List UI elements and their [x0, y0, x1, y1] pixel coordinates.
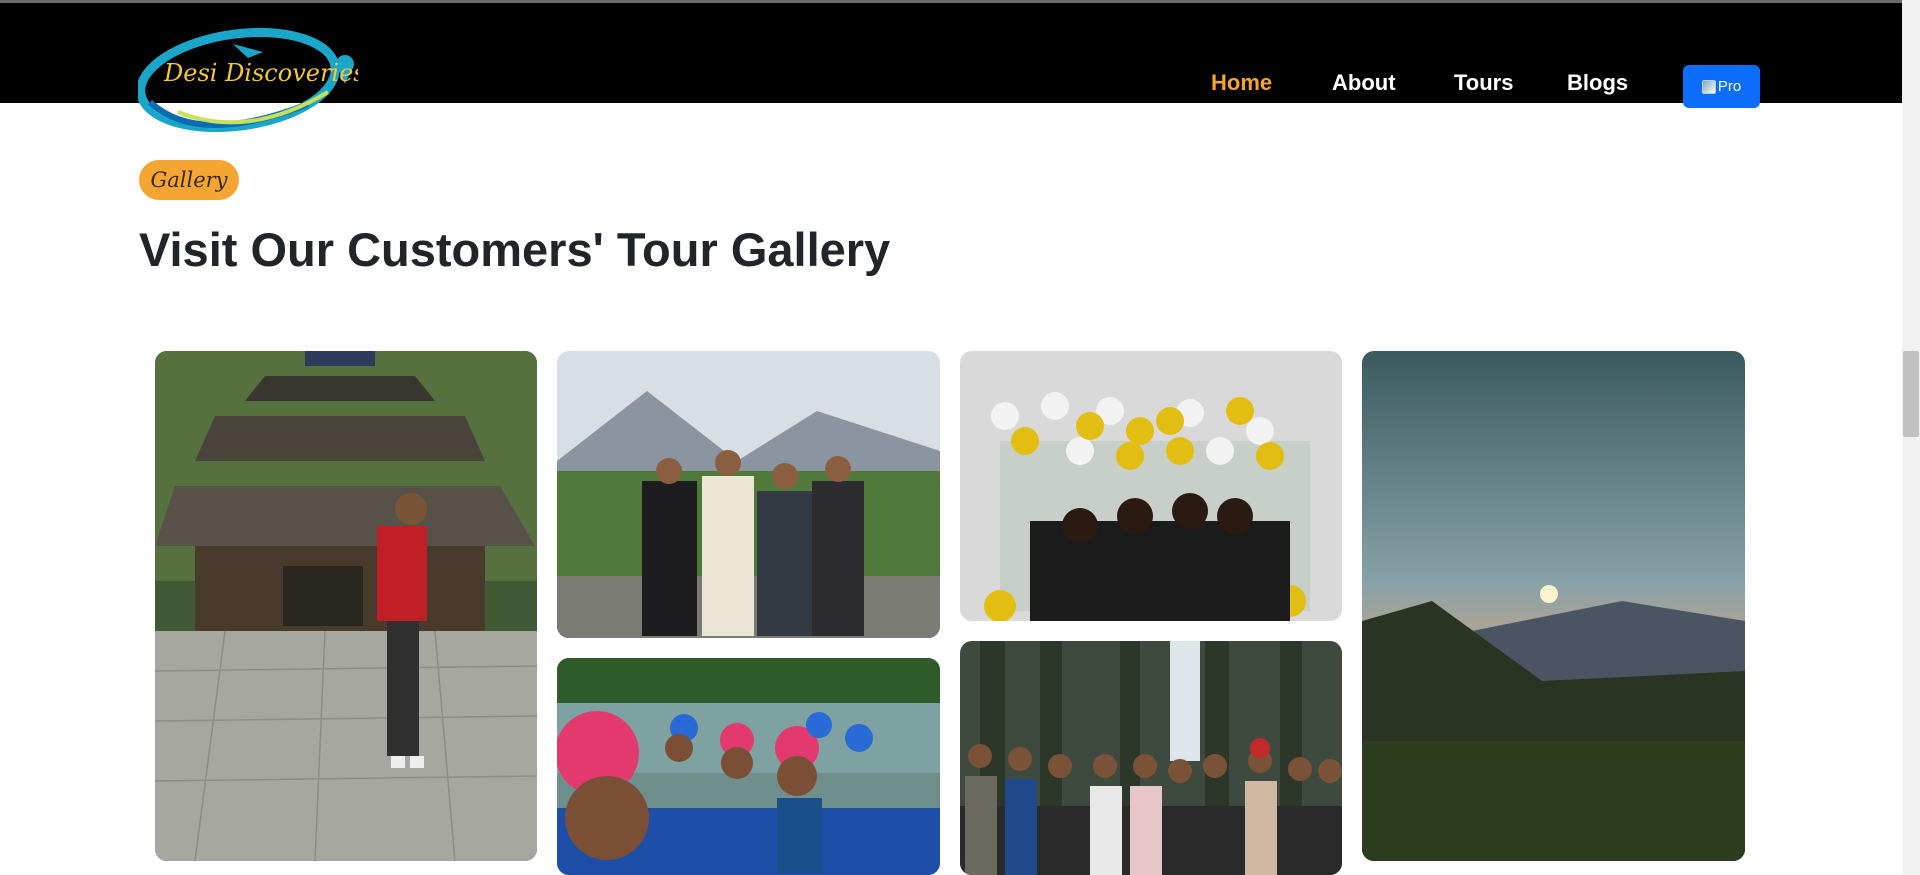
broken-image-icon: [1701, 79, 1716, 94]
nav-about[interactable]: About: [1332, 70, 1396, 96]
scrollbar-thumb[interactable]: [1903, 351, 1919, 437]
page-title: Visit Our Customers' Tour Gallery: [139, 223, 891, 276]
gallery-photo-river-rafting[interactable]: [557, 658, 940, 875]
gallery-photo-group-mountains[interactable]: [557, 351, 940, 638]
brand-logo[interactable]: Desi Discoveries: [136, 22, 366, 142]
brand-logo-text: Desi Discoveries: [163, 59, 358, 87]
profile-button[interactable]: Pro: [1683, 65, 1760, 108]
page-scrollbar[interactable]: [1902, 0, 1920, 875]
nav-tours[interactable]: Tours: [1454, 70, 1513, 96]
profile-alt-text: Pro: [1717, 78, 1742, 95]
gallery-photo-forest-group[interactable]: [960, 641, 1342, 875]
gallery-photo-sunset-valley[interactable]: [1362, 351, 1745, 861]
gallery-photo-temple[interactable]: [155, 351, 537, 861]
nav-home[interactable]: Home: [1211, 70, 1272, 96]
gallery-photo-balloon-party[interactable]: [960, 351, 1342, 621]
section-badge: Gallery: [139, 160, 239, 200]
nav-blogs[interactable]: Blogs: [1567, 70, 1628, 96]
